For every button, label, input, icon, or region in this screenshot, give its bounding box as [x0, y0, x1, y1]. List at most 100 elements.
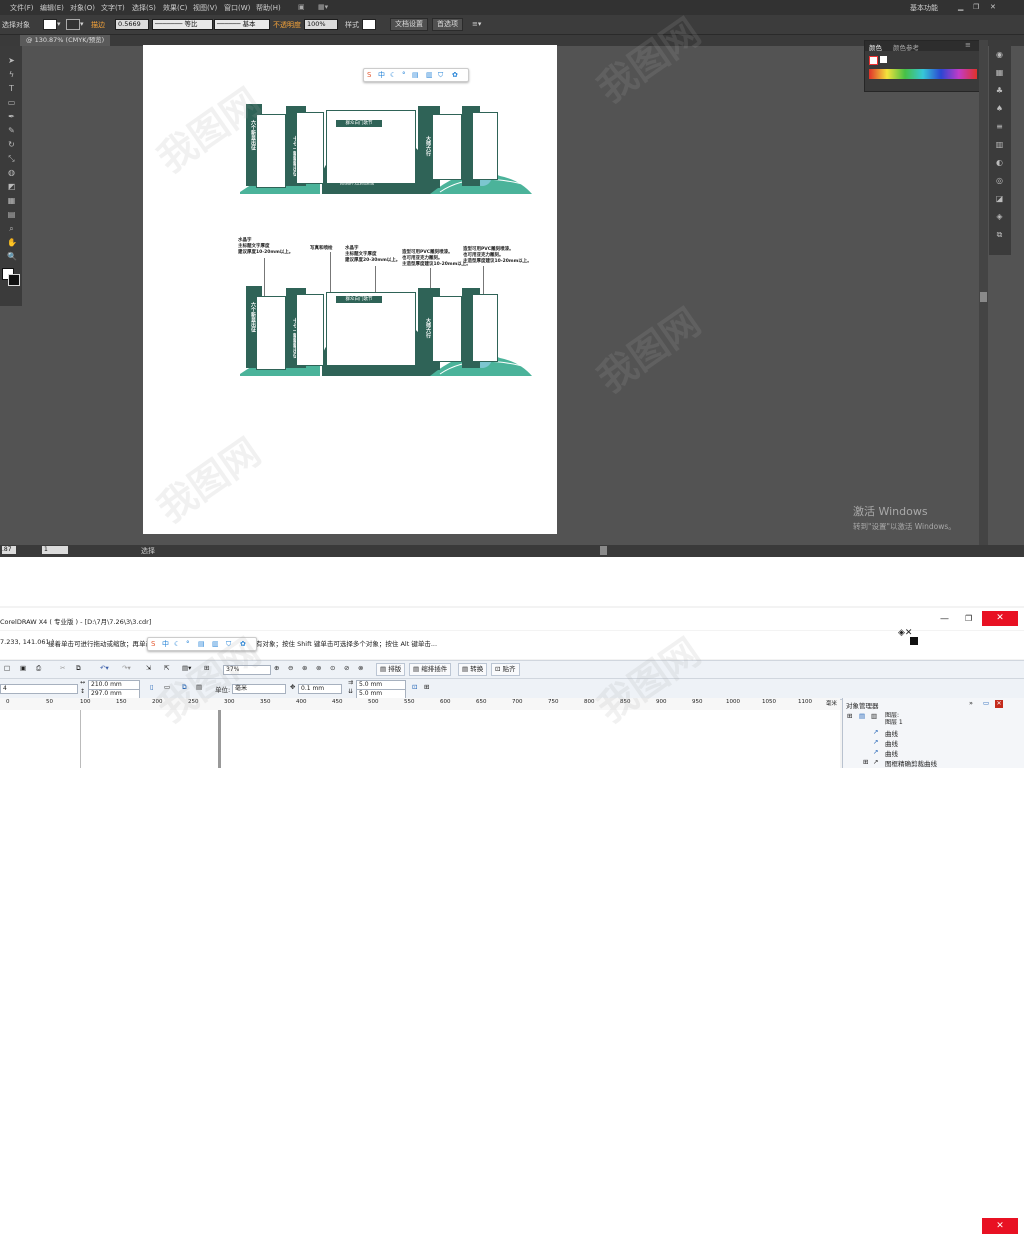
stroke-weight-input[interactable]: 0.5669: [115, 19, 149, 30]
pen-tool-icon[interactable]: ✒: [7, 112, 16, 121]
moon-icon[interactable]: ☾: [174, 639, 180, 649]
color-panel-icon[interactable]: ◉: [995, 50, 1004, 59]
tab-color-guide[interactable]: 颜色参考: [893, 42, 919, 52]
corel-canvas[interactable]: [0, 710, 840, 768]
punctuation-icon[interactable]: °: [186, 639, 190, 649]
bridge-icon[interactable]: ▣: [298, 3, 305, 11]
input-method-icon[interactable]: S: [367, 70, 371, 80]
symbols-icon[interactable]: ♠: [995, 104, 1004, 113]
rectangle-tool-icon[interactable]: ▭: [7, 98, 16, 107]
artboards-icon[interactable]: ⧉: [995, 230, 1004, 239]
redo-icon[interactable]: ↷▾: [122, 664, 131, 672]
zoom-field[interactable]: .87: [2, 546, 16, 554]
scale-tool-icon[interactable]: ⤡: [7, 154, 16, 163]
close-icon[interactable]: ✕: [982, 1218, 1018, 1234]
stroke-icon[interactable]: ≡: [995, 122, 1004, 131]
save-icon[interactable]: ▣: [20, 664, 26, 672]
snap-menu-button[interactable]: ⊡ 贴齐: [491, 663, 520, 676]
workspace-switcher[interactable]: 基本功能: [910, 3, 938, 13]
chinese-mode-icon[interactable]: 中: [162, 639, 169, 649]
zoom-selected-icon[interactable]: ⊛: [302, 664, 307, 672]
status-mode[interactable]: 选择: [141, 546, 155, 556]
zoom-page-icon[interactable]: ⊙: [330, 664, 335, 672]
skin-icon[interactable]: ⛉: [438, 70, 443, 80]
stroke-profile-select[interactable]: ─────── 等比: [152, 19, 213, 30]
zoom-height-icon[interactable]: ⊗: [358, 664, 363, 672]
pencil-tool-icon[interactable]: ✎: [7, 126, 16, 135]
preferences-button[interactable]: 首选项: [432, 18, 463, 31]
stroke-color-swatch[interactable]: [8, 274, 20, 286]
stroke-swatch[interactable]: [66, 19, 80, 30]
outline-color-swatch[interactable]: [910, 637, 918, 645]
input-method-icon[interactable]: S: [151, 639, 155, 649]
menu-edit[interactable]: 编辑(E): [40, 3, 64, 13]
minimize-icon[interactable]: —: [940, 614, 949, 624]
new-icon[interactable]: □: [4, 664, 10, 672]
brush-select[interactable]: ────── 基本: [214, 19, 270, 30]
panel-menu-icon[interactable]: ≡: [965, 41, 971, 49]
vertical-scrollbar[interactable]: [979, 40, 988, 545]
menu-file[interactable]: 文件(F): [10, 3, 34, 13]
show-properties-icon[interactable]: ▤: [859, 712, 865, 720]
nudge-distance-input[interactable]: 0.1 mm: [298, 684, 342, 694]
cut-icon[interactable]: ✂: [60, 664, 65, 672]
eyedropper-icon[interactable]: ⌕: [7, 224, 16, 233]
menu-type[interactable]: 文字(T): [101, 3, 125, 13]
zoom-all-icon[interactable]: ⊚: [316, 664, 321, 672]
style-swatch[interactable]: [362, 19, 376, 30]
design-preview-bottom[interactable]: 六个新显出征 十七一新新新出征 群众白门歌节 大师六行 精 准 扶贫 CARRY…: [240, 286, 540, 376]
mesh-tool-icon[interactable]: ▦: [7, 196, 16, 205]
object-item[interactable]: 图框精确剪裁曲线: [885, 758, 937, 768]
stroke-label[interactable]: 描边: [91, 20, 105, 30]
swatches-icon[interactable]: ▦: [995, 68, 1004, 77]
gradient-icon[interactable]: ▥: [995, 140, 1004, 149]
layers-icon[interactable]: ◈: [995, 212, 1004, 221]
rotate-tool-icon[interactable]: ↻: [7, 140, 16, 149]
lasso-tool-icon[interactable]: ϟ: [7, 70, 16, 79]
type-tool-icon[interactable]: T: [7, 84, 16, 93]
expand-icon[interactable]: ⊞: [863, 758, 868, 766]
floating-input-toolbar[interactable]: S 中 ☾ ° ▤ ▥ ⛉ ✿: [363, 68, 469, 82]
arrange-icon[interactable]: ▦▾: [318, 3, 328, 11]
panel-close-icon[interactable]: ✕: [995, 700, 1003, 708]
document-tab[interactable]: @ 130.87% (CMYK/预览): [20, 35, 111, 46]
import-icon[interactable]: ⇲: [146, 664, 151, 672]
none-swatch[interactable]: [869, 56, 878, 65]
menu-window[interactable]: 窗口(W): [224, 3, 250, 13]
chevron-down-icon[interactable]: ▾: [80, 20, 84, 28]
appearance-icon[interactable]: ◎: [995, 176, 1004, 185]
chevron-down-icon[interactable]: ▾: [57, 20, 61, 28]
object-item[interactable]: 曲线: [885, 728, 898, 738]
zoom-width-icon[interactable]: ⊘: [344, 664, 349, 672]
opacity-input[interactable]: 100%: [304, 19, 338, 30]
document-setup-button[interactable]: 文档设置: [390, 18, 428, 31]
color-spectrum[interactable]: [869, 69, 977, 79]
menu-select[interactable]: 选择(S): [132, 3, 156, 13]
transparency-icon[interactable]: ◐: [995, 158, 1004, 167]
fill-swatch[interactable]: [43, 19, 57, 30]
arrange-documents-icon[interactable]: ≡▾: [472, 20, 481, 28]
zoom-out-icon[interactable]: ⊖: [288, 664, 293, 672]
close-icon[interactable]: ✕: [990, 3, 996, 11]
graphic-styles-icon[interactable]: ◪: [995, 194, 1004, 203]
layout-menu-button[interactable]: ▤ 排版: [376, 663, 406, 676]
warp-tool-icon[interactable]: ◍: [7, 168, 16, 177]
design-preview-top[interactable]: 六个新显出征 十七一新新新出征 群众白门歌节 大师六行 精 准 扶贫 CARRY…: [240, 104, 540, 194]
object-item[interactable]: 曲线: [885, 738, 898, 748]
page-size-select[interactable]: 4: [0, 684, 78, 694]
brushes-icon[interactable]: ♣: [995, 86, 1004, 95]
edit-across-layers-icon[interactable]: ▥: [871, 712, 877, 720]
zoom-tool-icon[interactable]: 🔍: [7, 252, 17, 261]
corel-close-button[interactable]: ✕: [982, 611, 1018, 626]
menu-object[interactable]: 对象(O): [70, 3, 95, 13]
selection-tool-icon[interactable]: ➤: [7, 56, 16, 65]
white-swatch[interactable]: [880, 56, 887, 63]
opacity-label[interactable]: 不透明度: [273, 20, 301, 30]
menu-effect[interactable]: 效果(C): [163, 3, 187, 13]
panel-pin-icon[interactable]: ▭: [983, 699, 989, 707]
plugin-menu-button[interactable]: ▤ 缩排插件: [409, 663, 452, 676]
punctuation-icon[interactable]: °: [402, 70, 406, 80]
menu-view[interactable]: 视图(V): [193, 3, 217, 13]
zoom-in-icon[interactable]: ⊕: [274, 664, 279, 672]
treat-as-filled-icon[interactable]: ⊡: [412, 683, 417, 691]
